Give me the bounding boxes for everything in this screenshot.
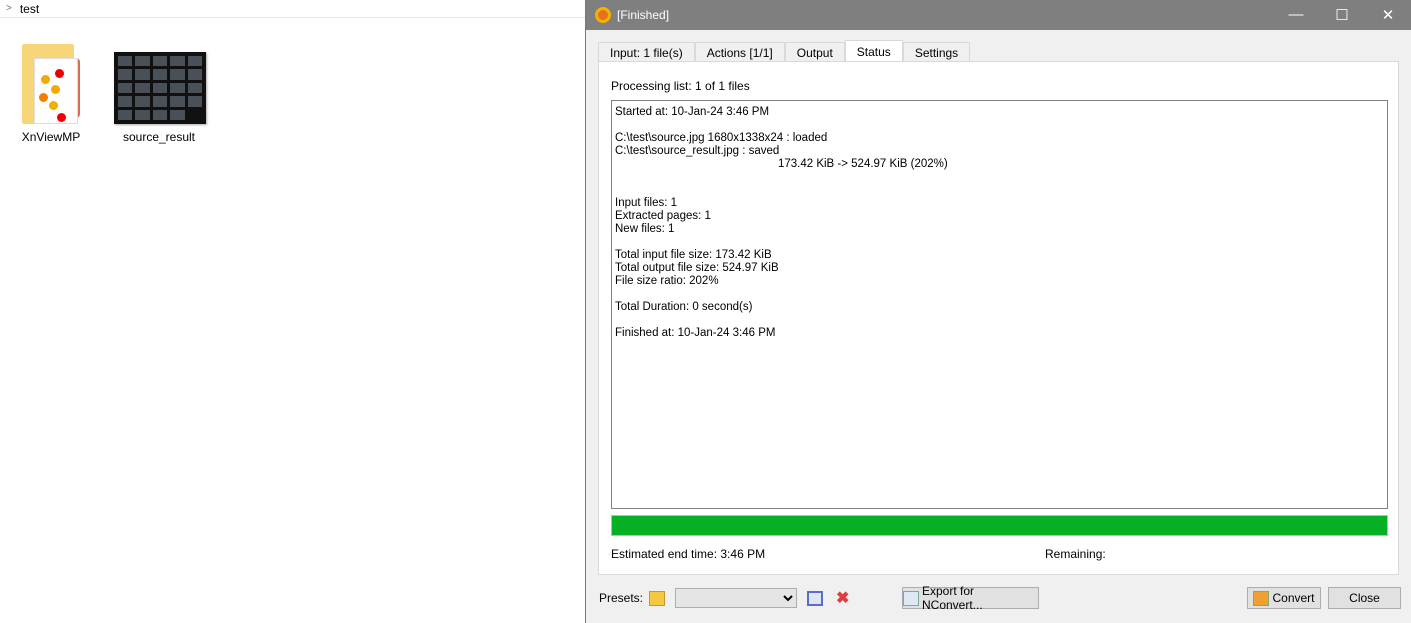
minimize-button[interactable]: — <box>1273 6 1319 24</box>
export-icon <box>903 590 919 606</box>
close-window-button[interactable]: ✕ <box>1365 6 1411 24</box>
folder-icon <box>19 40 83 124</box>
progress-fill <box>612 516 1387 535</box>
delete-preset-icon[interactable]: ✖ <box>836 588 849 608</box>
tab-input[interactable]: Input: 1 file(s) <box>598 42 695 62</box>
maximize-button[interactable]: ☐ <box>1319 6 1365 24</box>
remaining-label: Remaining: <box>1045 547 1106 561</box>
breadcrumb[interactable]: > test <box>0 0 585 18</box>
convert-button[interactable]: Convert <box>1247 587 1321 609</box>
progress-bar <box>611 515 1388 536</box>
tab-status[interactable]: Status <box>844 40 903 62</box>
window-title: [Finished] <box>617 8 670 22</box>
export-label: Export for NConvert... <box>922 584 983 612</box>
convert-label: Convert <box>1272 591 1315 605</box>
presets-select[interactable] <box>675 588 797 608</box>
file-label: source_result <box>122 130 196 144</box>
save-preset-icon[interactable] <box>807 590 823 606</box>
export-nconvert-button[interactable]: Export for NConvert... <box>902 584 1039 612</box>
tab-output[interactable]: Output <box>784 42 845 62</box>
convert-dialog: [Finished] — ☐ ✕ Input: 1 file(s) Action… <box>585 0 1411 623</box>
tab-actions[interactable]: Actions [1/1] <box>694 42 785 62</box>
tab-settings[interactable]: Settings <box>902 42 971 62</box>
processing-list-label: Processing list: 1 of 1 files <box>611 79 750 93</box>
presets-label: Presets: <box>599 591 644 605</box>
chevron-right-icon: > <box>6 3 12 14</box>
folder-xnviewmp[interactable]: XnViewMP <box>6 40 96 144</box>
xnview-app-icon <box>595 7 611 23</box>
file-label: XnViewMP <box>21 130 81 144</box>
title-bar: [Finished] — ☐ ✕ <box>586 0 1411 30</box>
image-thumbnail <box>114 52 206 124</box>
status-log[interactable]: Started at: 10-Jan-24 3:46 PM C:\test\so… <box>611 100 1388 509</box>
status-panel: Processing list: 1 of 1 files Started at… <box>598 61 1399 575</box>
close-button[interactable]: Close <box>1328 587 1401 609</box>
breadcrumb-folder[interactable]: test <box>20 2 39 16</box>
estimated-end-time: Estimated end time: 3:46 PM <box>611 547 766 561</box>
load-preset-icon[interactable] <box>649 590 665 606</box>
convert-icon <box>1253 590 1270 606</box>
file-source-result[interactable]: source_result <box>114 40 206 144</box>
